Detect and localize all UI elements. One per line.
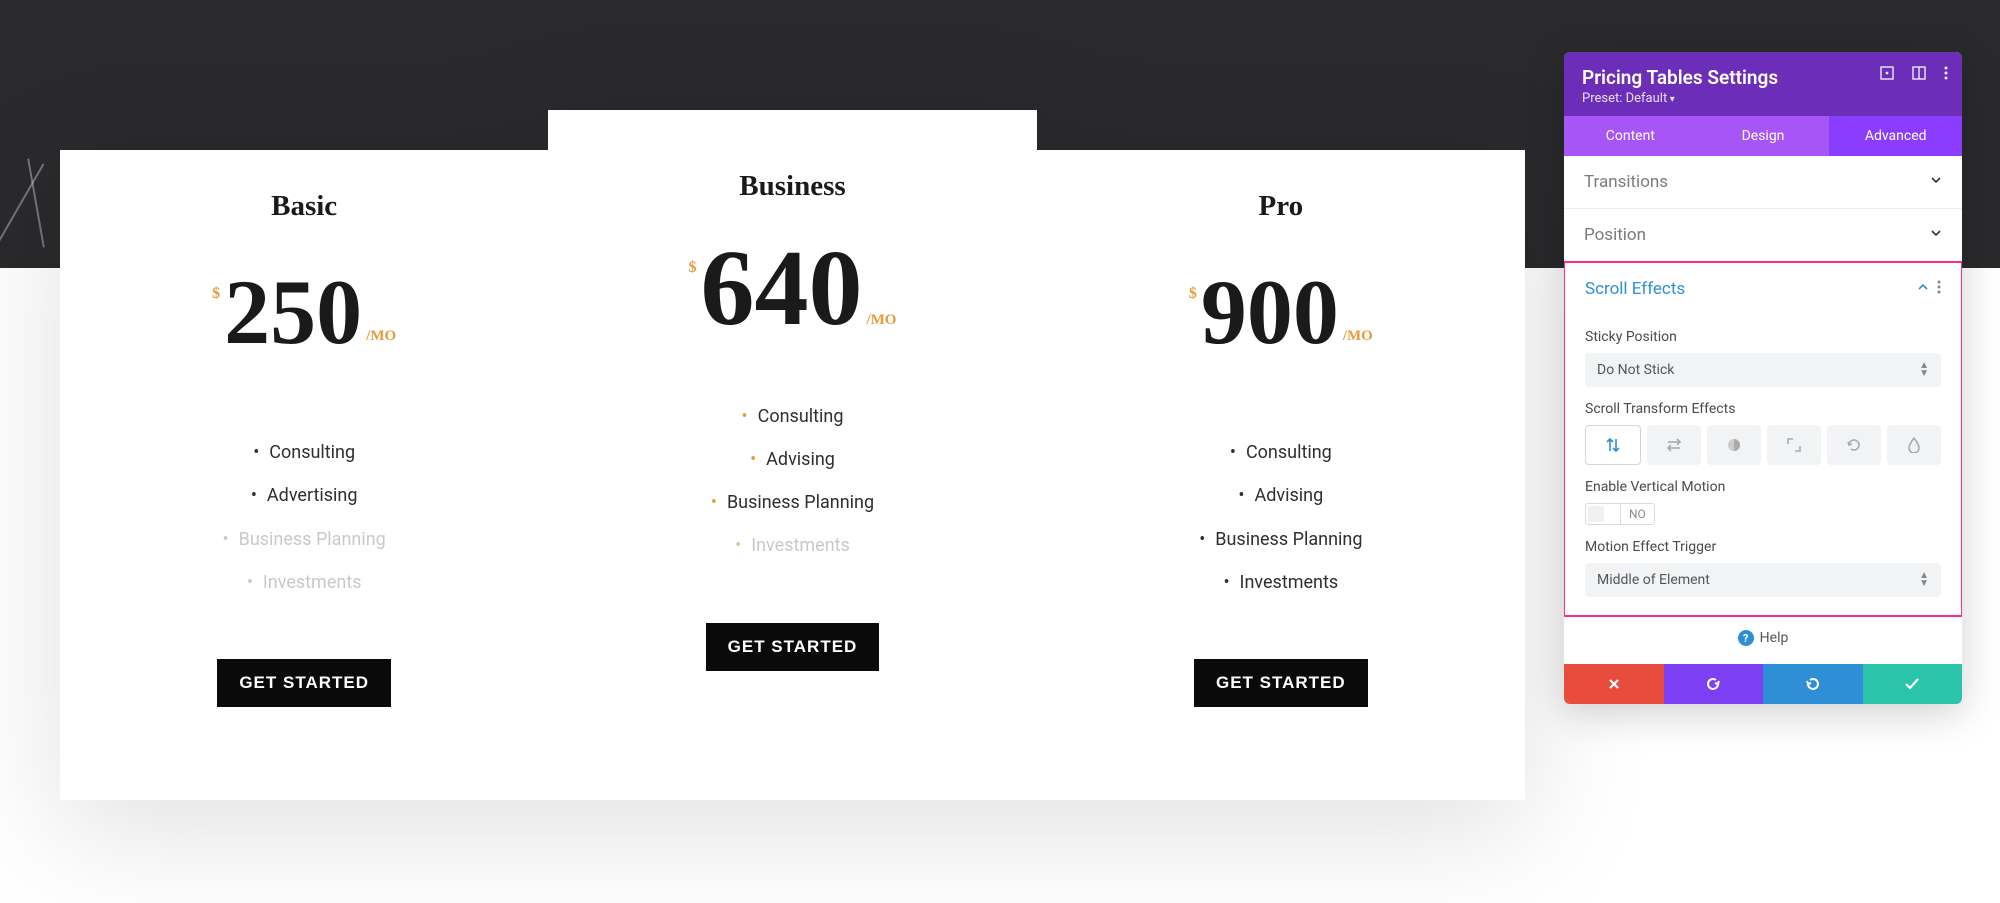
price-value: 250	[224, 273, 362, 351]
price-row: $ 900 /MO	[1067, 273, 1495, 351]
effect-rotate-button[interactable]	[1827, 425, 1881, 465]
expand-icon[interactable]	[1880, 66, 1894, 80]
select-arrows-icon: ▲▼	[1919, 572, 1929, 588]
tab-design[interactable]: Design	[1697, 116, 1830, 156]
chevron-down-icon	[1930, 174, 1942, 190]
feature-item: Advertising	[90, 474, 518, 517]
cancel-button[interactable]	[1564, 664, 1664, 704]
transform-effects-row	[1585, 425, 1941, 465]
currency: $	[1189, 285, 1197, 303]
section-body: Sticky Position Do Not Stick ▲▼ Scroll T…	[1565, 329, 1961, 615]
section-toggle[interactable]: Transitions	[1564, 156, 1962, 208]
save-button[interactable]	[1863, 664, 1963, 704]
toggle-value: NO	[1621, 503, 1655, 525]
more-icon[interactable]	[1944, 66, 1948, 80]
price-period: /MO	[1343, 328, 1373, 345]
tab-advanced[interactable]: Advanced	[1829, 116, 1962, 156]
feature-list: Consulting Advertising Business Planning…	[90, 431, 518, 604]
pricing-card-business[interactable]: Business $ 640 /MO Consulting Advising B…	[548, 110, 1036, 800]
help-icon: ?	[1738, 630, 1754, 646]
section-label: Position	[1584, 225, 1646, 245]
price-row: $ 250 /MO	[90, 273, 518, 351]
select-value: Middle of Element	[1597, 572, 1710, 588]
effect-horizontal-button[interactable]	[1647, 425, 1701, 465]
effect-scale-button[interactable]	[1767, 425, 1821, 465]
price-period: /MO	[866, 312, 896, 329]
select-value: Do Not Stick	[1597, 362, 1674, 378]
price-value: 900	[1201, 273, 1339, 351]
feature-item: Investments	[1067, 561, 1495, 604]
sticky-position-select[interactable]: Do Not Stick ▲▼	[1585, 353, 1941, 387]
feature-item: Consulting	[578, 395, 1006, 438]
currency: $	[212, 285, 220, 303]
plan-title: Business	[578, 170, 1006, 203]
feature-item: Advising	[578, 438, 1006, 481]
settings-panel: Pricing Tables Settings Preset: Default …	[1564, 52, 1962, 704]
currency: $	[688, 259, 696, 277]
section-label: Scroll Effects	[1585, 279, 1685, 299]
pricing-card-basic[interactable]: Basic $ 250 /MO Consulting Advertising B…	[60, 150, 548, 800]
feature-list: Consulting Advising Business Planning In…	[578, 395, 1006, 568]
feature-item: Investments	[90, 561, 518, 604]
snap-icon[interactable]	[1912, 66, 1926, 80]
select-arrows-icon: ▲▼	[1919, 362, 1929, 378]
motion-trigger-select[interactable]: Middle of Element ▲▼	[1585, 563, 1941, 597]
plan-title: Pro	[1067, 190, 1495, 223]
section-label: Transitions	[1584, 172, 1668, 192]
section-toggle[interactable]: Position	[1564, 209, 1962, 261]
panel-header[interactable]: Pricing Tables Settings Preset: Default	[1564, 52, 1962, 116]
get-started-button[interactable]: GET STARTED	[217, 659, 391, 707]
get-started-button[interactable]: GET STARTED	[706, 623, 880, 671]
section-scroll-effects: Scroll Effects Sticky Position Do Not St…	[1564, 261, 1962, 617]
feature-item: Business Planning	[90, 518, 518, 561]
feature-list: Consulting Advising Business Planning In…	[1067, 431, 1495, 604]
price-row: $ 640 /MO	[578, 243, 1006, 335]
get-started-button[interactable]: GET STARTED	[1194, 659, 1368, 707]
pricing-card-pro[interactable]: Pro $ 900 /MO Consulting Advising Busine…	[1037, 150, 1525, 800]
effect-fade-button[interactable]	[1707, 425, 1761, 465]
section-position: Position	[1564, 209, 1962, 262]
feature-item: Business Planning	[1067, 518, 1495, 561]
field-label: Scroll Transform Effects	[1585, 401, 1941, 417]
price-period: /MO	[366, 328, 396, 345]
panel-tabs: Content Design Advanced	[1564, 116, 1962, 156]
panel-footer	[1564, 664, 1962, 704]
preset-dropdown[interactable]: Preset: Default	[1582, 91, 1944, 106]
field-label: Motion Effect Trigger	[1585, 539, 1941, 555]
feature-item: Business Planning	[578, 481, 1006, 524]
feature-item: Consulting	[90, 431, 518, 474]
redo-button[interactable]	[1763, 664, 1863, 704]
feature-item: Advising	[1067, 474, 1495, 517]
effect-blur-button[interactable]	[1887, 425, 1941, 465]
pricing-tables: Basic $ 250 /MO Consulting Advertising B…	[60, 150, 1525, 800]
field-label: Enable Vertical Motion	[1585, 479, 1941, 495]
section-transitions: Transitions	[1564, 156, 1962, 209]
price-value: 640	[700, 243, 862, 335]
chevron-up-icon	[1917, 281, 1929, 297]
feature-item: Investments	[578, 524, 1006, 567]
help-row[interactable]: ? Help	[1564, 616, 1962, 664]
tab-content[interactable]: Content	[1564, 116, 1697, 156]
vertical-motion-toggle-row: NO	[1585, 503, 1941, 525]
section-toggle[interactable]: Scroll Effects	[1565, 263, 1961, 315]
chevron-down-icon	[1930, 227, 1942, 243]
plan-title: Basic	[90, 190, 518, 223]
vertical-motion-toggle[interactable]	[1585, 503, 1621, 525]
section-more-icon[interactable]	[1937, 280, 1941, 298]
help-label: Help	[1760, 630, 1789, 646]
effect-vertical-button[interactable]	[1585, 425, 1641, 465]
undo-button[interactable]	[1664, 664, 1764, 704]
field-label: Sticky Position	[1585, 329, 1941, 345]
feature-item: Consulting	[1067, 431, 1495, 474]
